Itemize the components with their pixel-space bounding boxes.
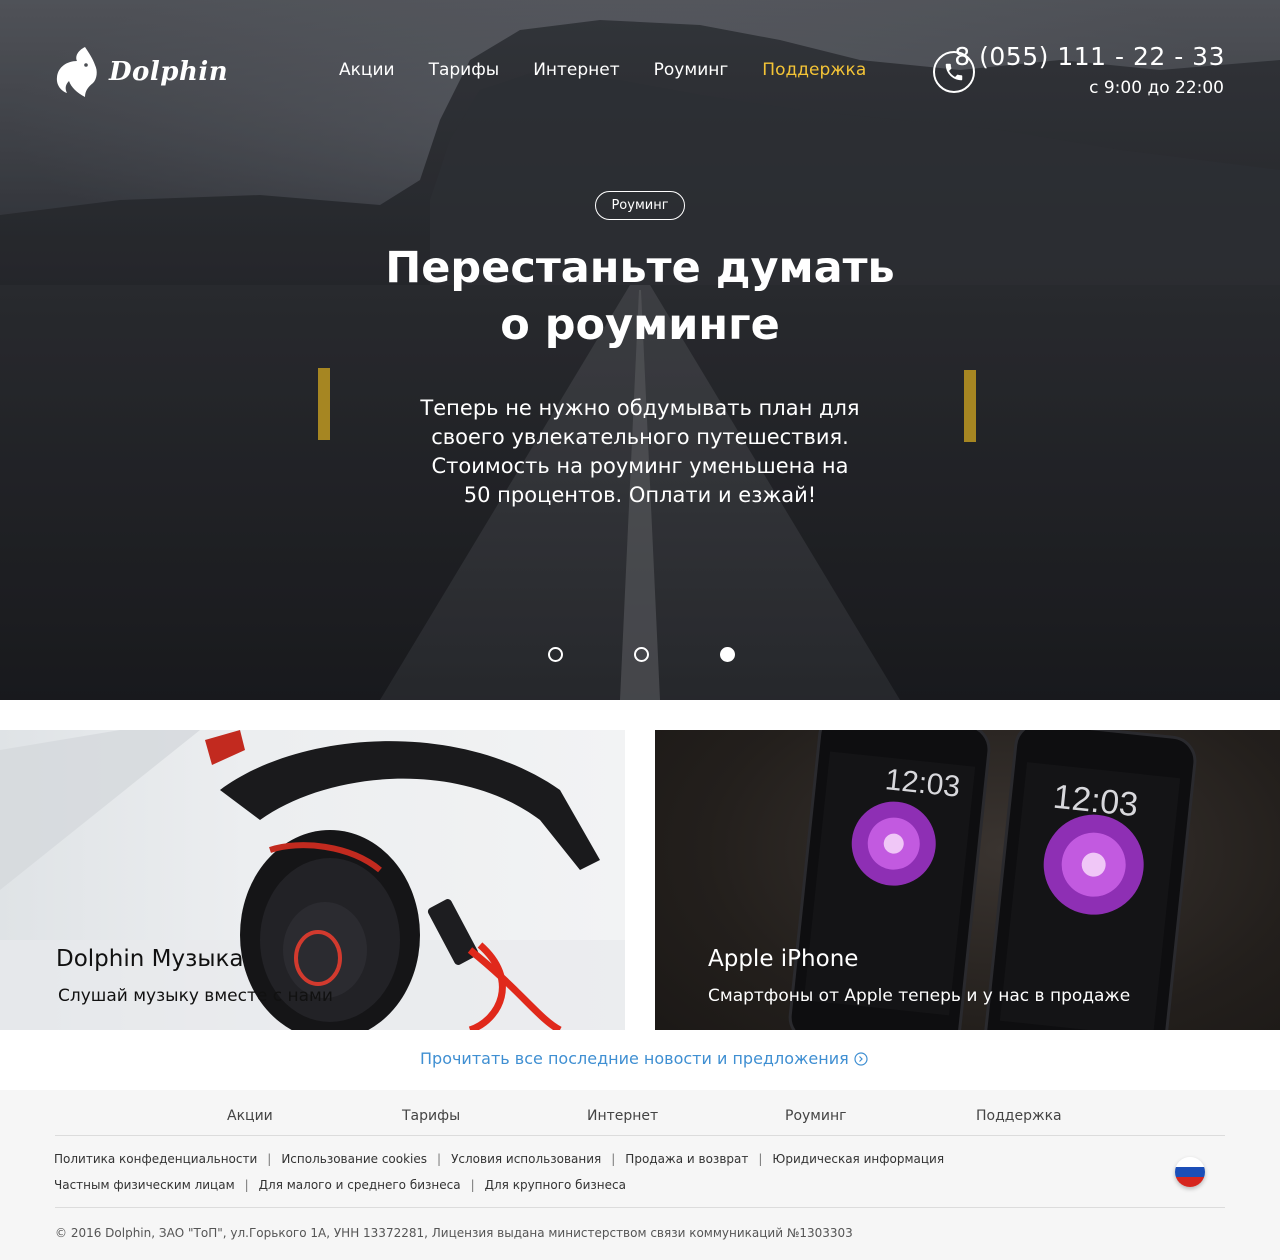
main-nav: Акции Тарифы Интернет Роуминг Поддержка: [339, 60, 900, 80]
all-news-link[interactable]: Прочитать все последние новости и предло…: [420, 1049, 868, 1068]
phone-hours: с 9:00 до 22:00: [1089, 78, 1224, 98]
hero-text-line3: Стоимость на роуминг уменьшена на: [431, 454, 849, 478]
hero-banner: Dolphin Акции Тарифы Интернет Роуминг По…: [0, 0, 1280, 700]
hero-text-line2: своего увлекательного путешествия.: [431, 425, 849, 449]
footer-nav-rouming[interactable]: Роуминг: [785, 1108, 846, 1124]
separator: |: [244, 1178, 249, 1192]
nav-item-tarify[interactable]: Тарифы: [429, 60, 500, 80]
all-news-link-text: Прочитать все последние новости и предло…: [420, 1049, 849, 1068]
legal-links-row-2: Частным физическим лицам | Для малого и …: [54, 1178, 626, 1192]
legal-link-privacy[interactable]: Политика конфеденциальности: [54, 1152, 257, 1166]
footer-divider: [55, 1207, 1225, 1208]
legal-link-sales-returns[interactable]: Продажа и возврат: [625, 1152, 748, 1166]
russia-flag-icon[interactable]: [1175, 1157, 1205, 1187]
separator: |: [611, 1152, 616, 1166]
legal-links-row-1: Политика конфеденциальности | Использова…: [54, 1152, 944, 1166]
card-title: Apple iPhone: [708, 946, 859, 972]
slider-dot-3[interactable]: [720, 647, 735, 662]
card-dolphin-music[interactable]: Dolphin Музыка Слушай музыку вместе с на…: [0, 730, 625, 1030]
legal-link-cookies[interactable]: Использование cookies: [281, 1152, 427, 1166]
legal-link-legal-info[interactable]: Юридическая информация: [772, 1152, 944, 1166]
card-subtitle: Слушай музыку вместе с нами: [58, 986, 333, 1006]
nav-item-rouming[interactable]: Роуминг: [654, 60, 729, 80]
nav-item-podderzhka[interactable]: Поддержка: [762, 60, 866, 80]
logo-text: Dolphin: [109, 57, 229, 87]
legal-link-terms[interactable]: Условия использования: [451, 1152, 601, 1166]
card-subtitle: Смартфоны от Apple теперь и у нас в прод…: [708, 986, 1131, 1006]
footer-nav-akcii[interactable]: Акции: [227, 1108, 273, 1124]
separator: |: [267, 1152, 272, 1166]
phone-number[interactable]: 8 (055) 111 - 22 - 33: [954, 42, 1225, 71]
nav-item-akcii[interactable]: Акции: [339, 60, 395, 80]
segment-link-smb[interactable]: Для малого и среднего бизнеса: [259, 1178, 461, 1192]
segment-link-enterprise[interactable]: Для крупного бизнеса: [485, 1178, 626, 1192]
slider-dot-2[interactable]: [634, 647, 649, 662]
separator: |: [437, 1152, 442, 1166]
headphones-image: [0, 730, 625, 1030]
card-title: Dolphin Музыка: [56, 946, 244, 972]
hero-badge[interactable]: Роуминг: [595, 191, 685, 220]
hero-title-line1: Перестаньте думать: [385, 243, 895, 293]
footer-nav-podderzhka[interactable]: Поддержка: [976, 1108, 1062, 1124]
segment-link-individuals[interactable]: Частным физическим лицам: [54, 1178, 235, 1192]
hero-title: Перестаньте думать о роуминге: [240, 240, 1040, 354]
slider-dot-1[interactable]: [548, 647, 563, 662]
logo[interactable]: Dolphin: [55, 45, 228, 99]
circle-arrow-right-icon: [854, 1051, 868, 1066]
hero-title-line2: о роуминге: [500, 300, 780, 350]
hero-description: Теперь не нужно обдумывать план для свое…: [370, 394, 910, 510]
card-apple-iphone[interactable]: 12:03 12:03 Apple iPhone Смартфоны от Ap…: [655, 730, 1280, 1030]
copyright: © 2016 Dolphin, ЗАО "ТоП", ул.Горького 1…: [55, 1226, 853, 1240]
hero-text-line4: 50 процентов. Оплати и езжай!: [463, 483, 817, 507]
footer-nav-tarify[interactable]: Тарифы: [402, 1108, 460, 1124]
dolphin-icon: [56, 47, 97, 97]
iphones-image: [788, 730, 1197, 1030]
hero-text-line1: Теперь не нужно обдумывать план для: [420, 396, 860, 420]
footer-nav: Акции Тарифы Интернет Роуминг Поддержка: [0, 1108, 1280, 1126]
slider-dots: [548, 647, 735, 662]
separator: |: [470, 1178, 475, 1192]
footer: Акции Тарифы Интернет Роуминг Поддержка …: [0, 1090, 1280, 1260]
nav-item-internet[interactable]: Интернет: [533, 60, 619, 80]
footer-divider: [55, 1135, 1225, 1136]
separator: |: [758, 1152, 763, 1166]
footer-nav-internet[interactable]: Интернет: [587, 1108, 658, 1124]
